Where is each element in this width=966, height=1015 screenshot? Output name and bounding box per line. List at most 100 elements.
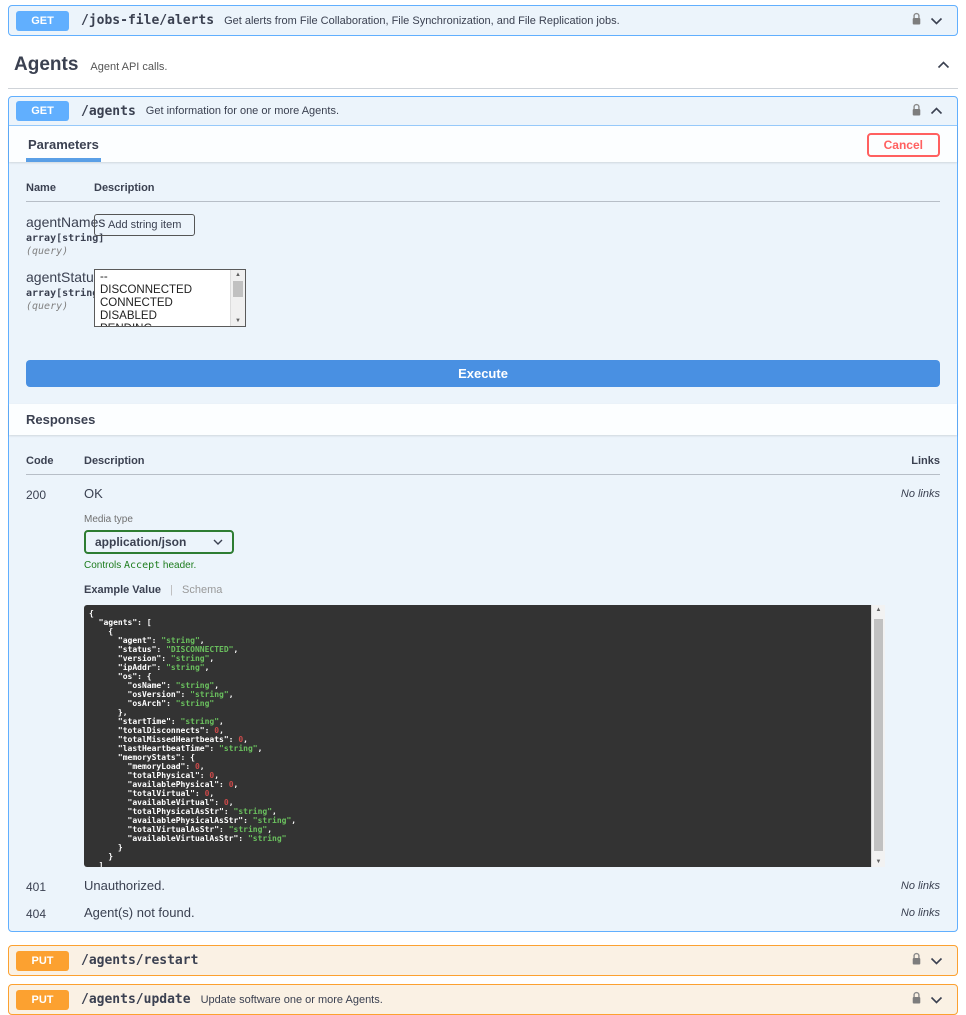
endpoint-agents-update: PUT /agents/update Update software one o… <box>8 984 958 1015</box>
listbox-option[interactable]: -- <box>95 271 230 284</box>
execute-button[interactable]: Execute <box>26 360 940 387</box>
lock-icon <box>911 12 922 29</box>
response-description: OK <box>84 486 885 501</box>
response-description: Agent(s) not found. <box>84 905 885 921</box>
scroll-up-icon[interactable]: ▲ <box>872 605 885 615</box>
listbox-option[interactable]: DISABLED <box>95 310 230 323</box>
endpoint-jobs-file-alerts-summary[interactable]: GET /jobs-file/alerts Get alerts from Fi… <box>9 6 957 35</box>
response-code: 401 <box>26 878 84 894</box>
auth-lock-button[interactable] <box>907 12 926 29</box>
scrollbar-thumb[interactable] <box>233 281 243 297</box>
endpoint-jobs-file-alerts: GET /jobs-file/alerts Get alerts from Fi… <box>8 5 958 36</box>
media-type-label: Media type <box>84 514 885 525</box>
scroll-down-icon[interactable]: ▼ <box>231 316 245 326</box>
parameters-section-header: Parameters Cancel <box>9 126 957 162</box>
response-description: Unauthorized. <box>84 878 885 894</box>
tab-schema[interactable]: Schema <box>182 584 222 596</box>
controls-accept-note: Controls Accept header. <box>84 560 885 571</box>
note-code: Accept <box>124 560 160 571</box>
note-prefix: Controls <box>84 560 124 571</box>
responses-title: Responses <box>26 412 95 427</box>
param-name: agentStatus <box>26 269 94 285</box>
put-method-badge: PUT <box>16 951 69 971</box>
responses-inner: Code Description Links 200 OK Media type… <box>9 435 957 931</box>
execute-wrapper: Execute <box>9 343 957 404</box>
tab-example-value[interactable]: Example Value <box>84 584 161 596</box>
tag-section-agents[interactable]: Agents Agent API calls. <box>8 46 958 89</box>
auth-lock-button[interactable] <box>907 103 926 120</box>
example-code-block: { "agents": [ { "agent": "string", "stat… <box>84 605 885 867</box>
param-row-agent-names: agentNames array[string] (query) Add str… <box>26 214 940 257</box>
example-json: { "agents": [ { "agent": "string", "stat… <box>84 605 871 867</box>
expand-endpoint-button[interactable] <box>926 996 947 1004</box>
lock-icon <box>911 103 922 120</box>
response-row-401: 401 Unauthorized. No links <box>26 878 940 894</box>
endpoint-agents-update-summary[interactable]: PUT /agents/update Update software one o… <box>9 985 957 1014</box>
param-control: --DISCONNECTEDCONNECTEDDISABLEDPENDING ▲… <box>94 269 940 327</box>
collapse-section-button[interactable] <box>933 61 954 69</box>
scroll-up-icon[interactable]: ▲ <box>231 270 245 280</box>
endpoint-description: Update software one or more Agents. <box>201 994 383 1006</box>
agent-status-listbox[interactable]: --DISCONNECTEDCONNECTEDDISABLEDPENDING ▲… <box>94 269 246 327</box>
chevron-down-icon <box>930 996 943 1004</box>
scrollbar-thumb[interactable] <box>874 619 883 851</box>
note-suffix: header. <box>160 560 196 571</box>
endpoint-path: /agents/update <box>81 992 191 1007</box>
expand-endpoint-button[interactable] <box>926 17 947 25</box>
cancel-button[interactable]: Cancel <box>867 133 940 157</box>
media-type-select[interactable]: application/json <box>84 530 234 554</box>
listbox-option[interactable]: PENDING <box>95 323 230 326</box>
tab-parameters[interactable]: Parameters <box>26 134 101 162</box>
endpoint-path: /agents <box>81 104 136 119</box>
parameters-column-headers: Name Description <box>26 176 940 202</box>
tab-separator: | <box>170 584 173 596</box>
tag-description: Agent API calls. <box>90 61 167 73</box>
name-column-header: Name <box>26 182 94 194</box>
param-meta: agentStatus array[string] (query) <box>26 269 94 312</box>
response-code: 200 <box>26 486 84 867</box>
collapse-endpoint-button[interactable] <box>926 107 947 115</box>
param-location: (query) <box>26 246 94 257</box>
chevron-down-icon <box>930 957 943 965</box>
auth-lock-button[interactable] <box>907 952 926 969</box>
parameters-container: Name Description agentNames array[string… <box>9 162 957 343</box>
media-type-value: application/json <box>95 535 186 549</box>
response-description-cell: OK Media type application/json Controls … <box>84 486 885 867</box>
tag-title: Agents <box>14 54 78 76</box>
get-method-badge: GET <box>16 101 69 121</box>
endpoint-agents: GET /agents Get information for one or m… <box>8 96 958 932</box>
code-scrollbar[interactable]: ▲ ▼ <box>871 605 885 867</box>
responses-section-header: Responses <box>9 404 957 435</box>
links-column-header: Links <box>885 455 940 467</box>
listbox-option[interactable]: CONNECTED <box>95 297 230 310</box>
param-type: array[string] <box>26 288 94 299</box>
response-links: No links <box>885 486 940 867</box>
response-links: No links <box>885 878 940 894</box>
endpoint-description: Get information for one or more Agents. <box>146 105 339 117</box>
listbox-scrollbar[interactable]: ▲ ▼ <box>230 270 245 326</box>
param-location: (query) <box>26 301 94 312</box>
auth-lock-button[interactable] <box>907 991 926 1008</box>
response-links: No links <box>885 905 940 921</box>
add-string-item-button[interactable]: Add string item <box>94 214 195 236</box>
endpoint-agents-summary[interactable]: GET /agents Get information for one or m… <box>9 97 957 126</box>
description-column-header: Description <box>94 182 940 194</box>
chevron-up-icon <box>937 61 950 69</box>
get-method-badge: GET <box>16 11 69 31</box>
endpoint-path: /agents/restart <box>81 953 198 968</box>
example-tabs: Example Value | Schema <box>84 584 885 596</box>
put-method-badge: PUT <box>16 990 69 1010</box>
chevron-up-icon <box>930 107 943 115</box>
response-row-404: 404 Agent(s) not found. No links <box>26 905 940 921</box>
endpoint-agents-restart-summary[interactable]: PUT /agents/restart <box>9 946 957 975</box>
response-row-200: 200 OK Media type application/json Contr… <box>26 486 940 867</box>
response-code: 404 <box>26 905 84 921</box>
description-column-header: Description <box>84 455 885 467</box>
param-type: array[string] <box>26 233 94 244</box>
code-column-header: Code <box>26 455 84 467</box>
listbox-option[interactable]: DISCONNECTED <box>95 284 230 297</box>
scroll-down-icon[interactable]: ▼ <box>872 857 885 867</box>
expand-endpoint-button[interactable] <box>926 957 947 965</box>
param-control: Add string item <box>94 214 940 236</box>
chevron-down-icon <box>930 17 943 25</box>
